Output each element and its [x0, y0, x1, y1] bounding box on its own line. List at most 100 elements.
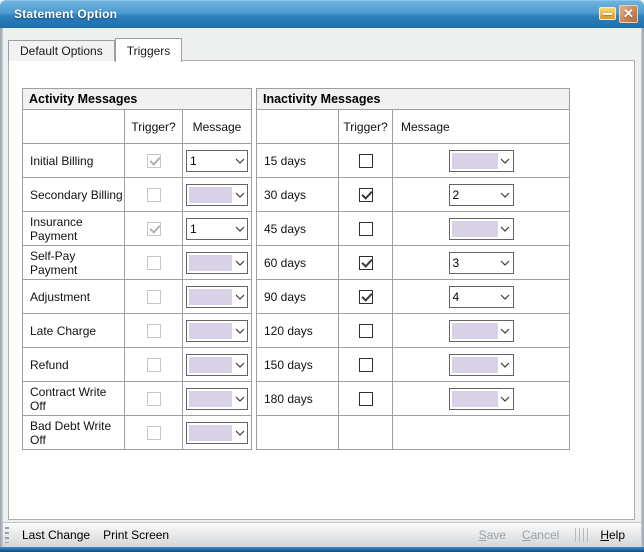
trigger-checkbox — [147, 188, 161, 202]
close-button[interactable]: ✕ — [619, 5, 638, 23]
message-dropdown-value — [189, 357, 232, 373]
inactivity-label-column-header — [257, 110, 339, 144]
status-bar: Last Change Print Screen Save Cancel Hel… — [3, 522, 641, 547]
statusbar-grip-bars — [575, 528, 588, 542]
activity-label-column-header — [23, 110, 125, 144]
message-dropdown[interactable] — [186, 320, 248, 342]
trigger-checkbox[interactable] — [359, 256, 373, 270]
inactivity-trigger-column-header: Trigger? — [339, 110, 393, 144]
message-dropdown[interactable] — [186, 286, 248, 308]
message-dropdown-value: 4 — [450, 287, 498, 307]
activity-messages-table: Activity Messages Trigger? Message Initi… — [22, 88, 252, 450]
statusbar-item-last-change[interactable]: Last Change — [22, 528, 90, 542]
table-row: 150 days — [257, 348, 570, 382]
message-dropdown[interactable]: 2 — [449, 184, 514, 206]
inactivity-messages-table: Inactivity Messages Trigger? Message 15 … — [256, 88, 570, 450]
trigger-checkbox — [147, 154, 161, 168]
trigger-checkbox[interactable] — [359, 154, 373, 168]
message-dropdown-value: 3 — [450, 253, 498, 273]
message-dropdown[interactable]: 1 — [186, 218, 248, 240]
statusbar-resize-grip — [5, 527, 9, 543]
table-row: Insurance Payment1 — [23, 212, 252, 246]
table-row: Secondary Billing — [23, 178, 252, 212]
trigger-checkbox — [147, 358, 161, 372]
message-dropdown[interactable]: 4 — [449, 286, 514, 308]
message-dropdown-value — [452, 323, 498, 339]
inactivity-section-header: Inactivity Messages — [257, 89, 570, 110]
chevron-down-icon — [500, 328, 510, 334]
inactivity-message-column-header: Message — [393, 110, 570, 144]
trigger-checkbox[interactable] — [359, 358, 373, 372]
save-button: Save — [479, 528, 506, 542]
trigger-checkbox — [147, 290, 161, 304]
table-row — [257, 416, 570, 450]
message-dropdown-value: 1 — [187, 219, 232, 239]
message-dropdown[interactable] — [186, 184, 248, 206]
trigger-checkbox — [147, 324, 161, 338]
message-dropdown-value: 2 — [450, 185, 498, 205]
trigger-checkbox[interactable] — [359, 222, 373, 236]
message-dropdown-value — [189, 425, 232, 441]
row-label: Secondary Billing — [23, 178, 125, 212]
chevron-down-icon — [235, 158, 245, 164]
message-dropdown-value: 1 — [187, 151, 232, 171]
message-dropdown[interactable] — [186, 422, 248, 444]
trigger-checkbox[interactable] — [359, 324, 373, 338]
message-dropdown-value — [452, 221, 498, 237]
row-label: Late Charge — [23, 314, 125, 348]
table-row: 60 days3 — [257, 246, 570, 280]
row-label: Adjustment — [23, 280, 125, 314]
row-label: 180 days — [257, 382, 339, 416]
chevron-down-icon — [235, 430, 245, 436]
tab-triggers[interactable]: Triggers — [115, 38, 183, 62]
message-dropdown[interactable]: 3 — [449, 252, 514, 274]
trigger-checkbox — [147, 222, 161, 236]
table-row: 30 days2 — [257, 178, 570, 212]
chevron-down-icon — [500, 294, 510, 300]
trigger-checkbox[interactable] — [359, 290, 373, 304]
chevron-down-icon — [500, 362, 510, 368]
table-row: Self-Pay Payment — [23, 246, 252, 280]
row-label: 90 days — [257, 280, 339, 314]
message-dropdown-value — [189, 187, 232, 203]
table-row: Bad Debt Write Off — [23, 416, 252, 450]
message-dropdown[interactable] — [186, 252, 248, 274]
message-dropdown[interactable] — [449, 150, 514, 172]
trigger-checkbox — [147, 426, 161, 440]
table-row: 120 days — [257, 314, 570, 348]
message-dropdown[interactable] — [186, 388, 248, 410]
message-dropdown[interactable] — [449, 388, 514, 410]
message-dropdown[interactable]: 1 — [186, 150, 248, 172]
message-dropdown-value — [189, 391, 232, 407]
message-dropdown[interactable] — [186, 354, 248, 376]
message-dropdown[interactable] — [449, 218, 514, 240]
message-dropdown-value — [452, 153, 498, 169]
message-dropdown[interactable] — [449, 354, 514, 376]
statement-option-dialog: Statement Option ✕ Default Options Trigg… — [0, 0, 644, 552]
window-border-bottom — [0, 547, 644, 552]
triggers-tab-page: Activity Messages Trigger? Message Initi… — [8, 60, 635, 520]
message-dropdown-value — [452, 357, 498, 373]
message-dropdown[interactable] — [449, 320, 514, 342]
tab-default-options[interactable]: Default Options — [8, 40, 115, 61]
row-label: Bad Debt Write Off — [23, 416, 125, 450]
chevron-down-icon — [235, 260, 245, 266]
row-label: Self-Pay Payment — [23, 246, 125, 280]
table-row: Late Charge — [23, 314, 252, 348]
chevron-down-icon — [235, 396, 245, 402]
row-label: Contract Write Off — [23, 382, 125, 416]
chevron-down-icon — [500, 396, 510, 402]
trigger-checkbox[interactable] — [359, 392, 373, 406]
statusbar-item-print-screen[interactable]: Print Screen — [103, 528, 169, 542]
minimize-icon — [603, 13, 612, 15]
table-row: 180 days — [257, 382, 570, 416]
help-button[interactable]: Help — [600, 528, 625, 542]
titlebar: Statement Option ✕ — [0, 0, 644, 28]
message-dropdown-value — [189, 255, 232, 271]
minimize-button[interactable] — [599, 7, 616, 20]
activity-message-column-header: Message — [183, 110, 252, 144]
trigger-checkbox[interactable] — [359, 188, 373, 202]
row-label: Initial Billing — [23, 144, 125, 178]
table-row: 90 days 4 — [257, 280, 570, 314]
table-row: Contract Write Off — [23, 382, 252, 416]
